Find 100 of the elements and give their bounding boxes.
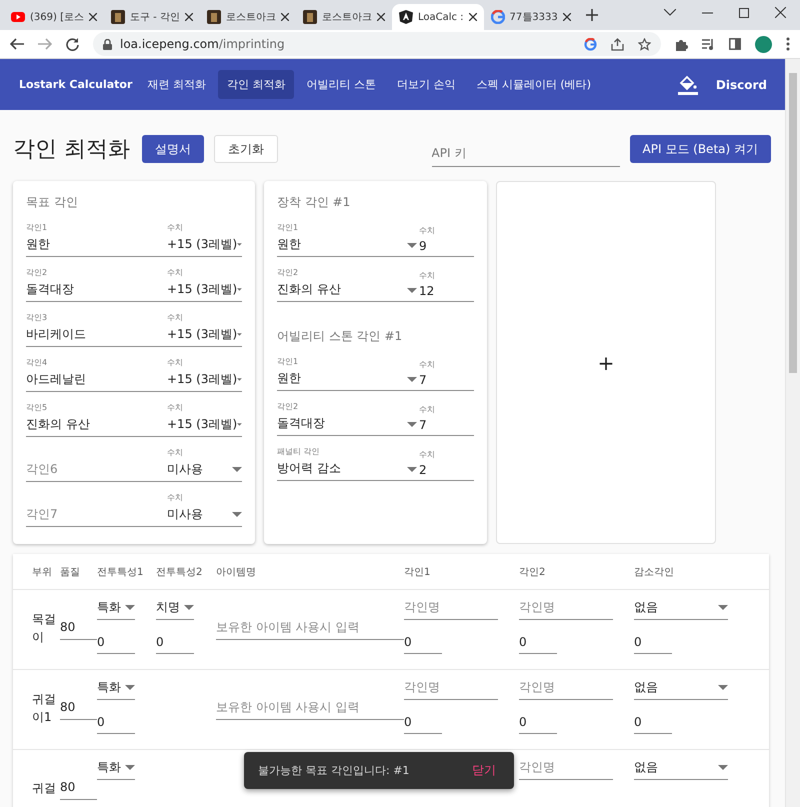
engraving-select[interactable]: 각인2 돌격대장: [277, 401, 419, 435]
column-header: 전투특성1: [97, 566, 144, 578]
column-header: 각인1: [404, 566, 432, 578]
back-arrow-icon[interactable]: [10, 38, 24, 50]
nav-link[interactable]: 더보기 손익: [388, 70, 464, 99]
share-icon[interactable]: [611, 38, 624, 50]
plus-icon[interactable]: [586, 9, 598, 21]
level-select[interactable]: 수치 미사용: [167, 492, 242, 526]
select-field[interactable]: 없음: [634, 676, 728, 700]
input-field[interactable]: 0: [519, 710, 557, 734]
input-field[interactable]: 보유한 아이템 사용시 입력: [216, 696, 404, 720]
level-field[interactable]: 수치 7: [419, 404, 474, 435]
engraving-select[interactable]: 각인4 아드레날린: [26, 357, 167, 391]
tab-title: 로스트아크: [226, 11, 276, 24]
browser-tab[interactable]: 로스트아크: [296, 4, 392, 30]
browser-tab[interactable]: 로스트아크: [200, 4, 296, 30]
level-select[interactable]: 수치 +15 (3레벨): [167, 357, 242, 391]
input-field[interactable]: 0: [634, 710, 672, 734]
scrollbar[interactable]: [785, 59, 800, 807]
select-field[interactable]: 특화: [97, 756, 135, 780]
input-field[interactable]: 각인명: [404, 596, 498, 620]
input-field[interactable]: 0: [156, 630, 194, 654]
select-field[interactable]: 특화: [97, 676, 135, 700]
api-key-field[interactable]: API 키: [432, 140, 620, 166]
close-icon[interactable]: [88, 13, 97, 21]
browser-tab[interactable]: 도구 - 각인: [104, 4, 200, 30]
engraving-select[interactable]: 각인6: [26, 461, 167, 481]
level-select[interactable]: 수치 +15 (3레벨): [167, 402, 242, 436]
level-select[interactable]: 수치 +15 (3레벨): [167, 267, 242, 301]
side-panel-icon[interactable]: [729, 38, 741, 50]
browser-tab[interactable]: (369) [로스: [4, 4, 104, 30]
input-field[interactable]: 각인명: [519, 596, 613, 620]
address-field[interactable]: loa.icepeng.com/imprinting: [93, 32, 661, 56]
level-field[interactable]: 수치 9: [419, 225, 474, 256]
maximize-icon[interactable]: [739, 8, 749, 18]
emblem-icon: [206, 10, 221, 24]
engraving-select[interactable]: 각인1 원한: [277, 356, 419, 390]
engraving-select[interactable]: 각인1 원한: [26, 222, 167, 256]
caret-icon: [407, 422, 417, 427]
select-field[interactable]: 없음: [634, 596, 728, 620]
input-field[interactable]: 각인명: [519, 756, 613, 780]
select-field[interactable]: 없음: [634, 756, 728, 780]
chevron-down-icon[interactable]: [664, 9, 676, 16]
close-icon[interactable]: [376, 13, 385, 21]
tab-title: LoaCalc :: [418, 12, 464, 22]
paint-bucket-icon[interactable]: [678, 74, 698, 94]
input-field[interactable]: 각인명: [404, 676, 498, 700]
nav-link[interactable]: 어빌리티 스톤: [297, 70, 385, 99]
engraving-select[interactable]: 각인5 진화의 유산: [26, 402, 167, 436]
puzzle-icon[interactable]: [675, 38, 688, 50]
input-field[interactable]: 80: [60, 616, 97, 640]
input-field[interactable]: 0: [97, 710, 135, 734]
input-field[interactable]: 각인명: [519, 676, 613, 700]
input-field[interactable]: 0: [519, 630, 557, 654]
input-field[interactable]: 0: [634, 630, 672, 654]
close-icon[interactable]: [562, 13, 571, 21]
nav-link[interactable]: 스펙 시뮬레이터 (베타): [467, 70, 600, 99]
close-icon[interactable]: [468, 13, 477, 21]
level-select[interactable]: 수치 +15 (3레벨): [167, 222, 242, 256]
engraving-select[interactable]: 각인7: [26, 506, 167, 526]
close-icon[interactable]: [280, 13, 289, 21]
nav-link[interactable]: 각인 최적화: [218, 70, 294, 99]
caret-icon: [125, 605, 135, 610]
input-field[interactable]: 보유한 아이템 사용시 입력: [216, 616, 404, 640]
google-icon[interactable]: [584, 38, 597, 50]
select-field[interactable]: 특화: [97, 596, 135, 620]
engraving-select[interactable]: 각인3 바리케이드: [26, 312, 167, 346]
close-icon[interactable]: [184, 13, 193, 21]
input-field[interactable]: 0: [97, 630, 135, 654]
discord-link[interactable]: Discord: [716, 78, 767, 92]
manual-button[interactable]: 설명서: [142, 135, 204, 163]
reset-button[interactable]: 초기화: [214, 135, 278, 163]
nav-link[interactable]: 재련 최적화: [138, 70, 215, 99]
reload-icon[interactable]: [66, 38, 79, 50]
engraving-select[interactable]: 각인2 진화의 유산: [277, 267, 419, 301]
playlist-icon[interactable]: [702, 38, 715, 50]
star-icon[interactable]: [638, 38, 651, 50]
close-icon[interactable]: [775, 7, 786, 18]
engraving-select[interactable]: 각인1 원한: [277, 222, 419, 256]
avatar-icon[interactable]: [755, 36, 772, 52]
level-field[interactable]: 수치 12: [419, 270, 474, 301]
level-select[interactable]: 수치 미사용: [167, 447, 242, 481]
more-icon[interactable]: [786, 37, 790, 51]
browser-tab[interactable]: LoaCalc :: [392, 4, 484, 30]
browser-tab[interactable]: 77틀3333: [484, 4, 578, 30]
level-select[interactable]: 수치 +15 (3레벨): [167, 312, 242, 346]
input-field[interactable]: 0: [404, 630, 442, 654]
minimize-icon[interactable]: [702, 12, 713, 14]
input-field[interactable]: 0: [404, 710, 442, 734]
input-field[interactable]: 80: [60, 696, 97, 720]
api-mode-button[interactable]: API 모드 (Beta) 켜기: [630, 135, 771, 163]
level-field[interactable]: 수치 2: [419, 449, 474, 480]
select-field[interactable]: 치명: [156, 596, 194, 620]
close-button[interactable]: 닫기: [468, 758, 500, 783]
level-field[interactable]: 수치 7: [419, 359, 474, 390]
engraving-select[interactable]: 패널티 각인 방어력 감소: [277, 446, 419, 480]
engraving-select[interactable]: 각인2 돌격대장: [26, 267, 167, 301]
app-brand[interactable]: Lostark Calculator: [19, 78, 132, 91]
input-field[interactable]: 80: [60, 776, 97, 800]
add-card[interactable]: +: [496, 181, 716, 544]
